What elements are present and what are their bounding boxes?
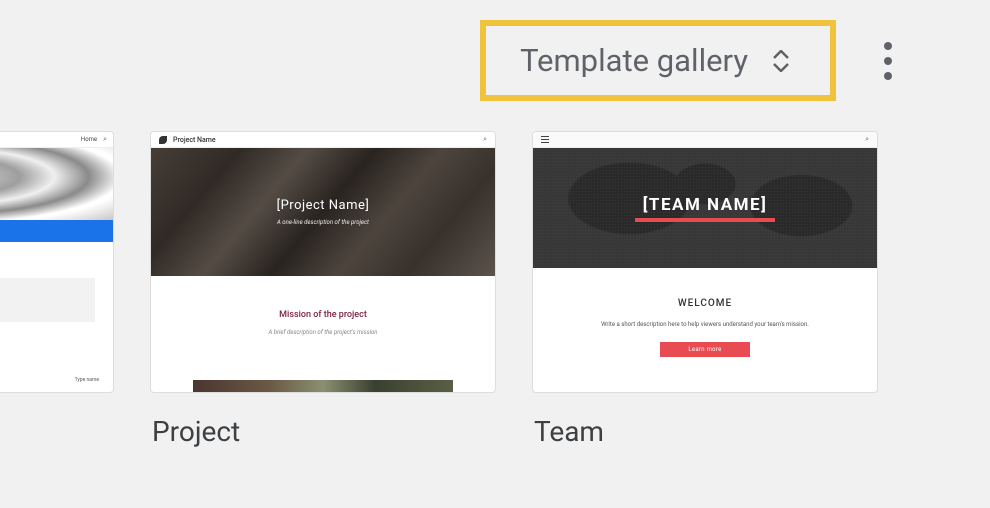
template-label: Team <box>534 415 878 448</box>
preview-banner <box>0 220 113 242</box>
preview-footer-image <box>193 380 453 392</box>
header-bar: Template gallery <box>0 0 990 121</box>
preview-hero-subtitle: A one-line description of the project <box>277 219 369 226</box>
preview-section-desc: A brief description of the project's mis… <box>151 329 495 336</box>
preview-nav: Home ⌕ <box>0 132 113 148</box>
search-icon: ⌕ <box>483 135 487 144</box>
preview-hero: [Project Name] A one-line description of… <box>151 148 495 276</box>
preview-cta-button: Learn more <box>660 342 749 357</box>
preview-section: WELCOME Write a short description here t… <box>533 298 877 357</box>
template-thumbnail: Project Name ⌕ [Project Name] A one-line… <box>150 131 496 393</box>
search-icon: ⌕ <box>865 135 869 144</box>
preview-section-title: WELCOME <box>533 298 877 309</box>
leaf-icon <box>159 136 167 144</box>
search-icon: ⌕ <box>103 135 107 144</box>
template-gallery-button[interactable]: Template gallery <box>480 20 836 101</box>
preview-underline <box>635 218 776 222</box>
preview-block <box>0 278 95 322</box>
preview-hero-title: [Project Name] <box>277 198 370 213</box>
template-row: Home ⌕ Type name Project Name ⌕ [Project… <box>0 131 878 448</box>
template-card-partial[interactable]: Home ⌕ Type name <box>0 131 114 448</box>
more-vert-icon <box>884 42 892 50</box>
more-options-button[interactable] <box>876 34 900 88</box>
preview-hero-title: [TEAM NAME] <box>643 195 768 215</box>
preview-nav: ⌕ <box>533 132 877 148</box>
preview-footer-text: Type name <box>75 377 99 383</box>
template-thumbnail: Home ⌕ Type name <box>0 131 114 393</box>
preview-hero <box>0 148 113 220</box>
template-thumbnail: ⌕ [TEAM NAME] WELCOME Write a short desc… <box>532 131 878 393</box>
preview-section: Mission of the project A brief descripti… <box>151 310 495 336</box>
preview-section-desc: Write a short description here to help v… <box>533 321 877 328</box>
template-card-project[interactable]: Project Name ⌕ [Project Name] A one-line… <box>150 131 496 448</box>
template-card-team[interactable]: ⌕ [TEAM NAME] WELCOME Write a short desc… <box>532 131 878 448</box>
preview-hero: [TEAM NAME] <box>533 148 877 268</box>
preview-section-title: Mission of the project <box>151 310 495 320</box>
menu-icon <box>541 136 549 144</box>
template-gallery-label: Template gallery <box>520 42 748 79</box>
preview-nav: Project Name ⌕ <box>151 132 495 148</box>
unfold-more-icon <box>772 50 790 72</box>
template-label: Project <box>152 415 496 448</box>
